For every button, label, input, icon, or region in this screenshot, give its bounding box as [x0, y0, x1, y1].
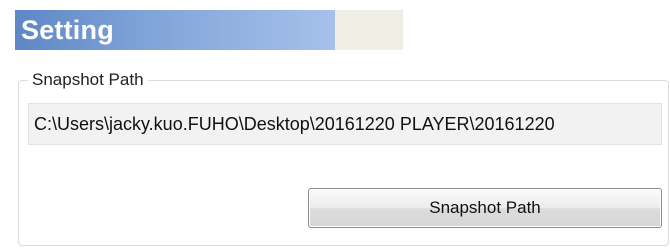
snapshot-path-group-label: Snapshot Path: [28, 69, 148, 91]
snapshot-path-value: C:\Users\jacky.kuo.FUHO\Desktop\20161220…: [34, 114, 555, 134]
settings-title-bar: Setting: [15, 10, 403, 50]
snapshot-path-field[interactable]: C:\Users\jacky.kuo.FUHO\Desktop\20161220…: [28, 103, 662, 145]
snapshot-path-button[interactable]: Snapshot Path: [308, 188, 662, 228]
page-title: Setting: [21, 15, 114, 45]
